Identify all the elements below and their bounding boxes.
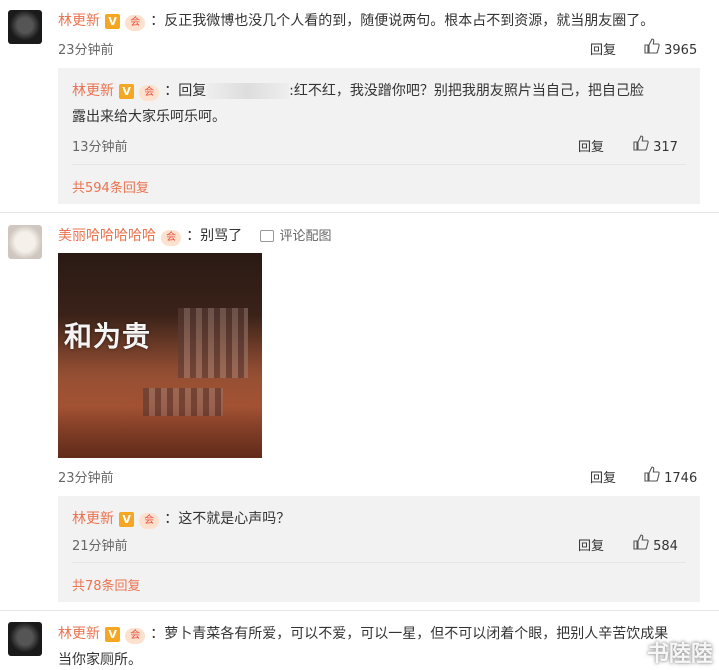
username[interactable]: 林更新 xyxy=(58,13,100,29)
comment-image[interactable]: 和为贵 xyxy=(58,253,262,458)
avatar[interactable] xyxy=(8,225,42,259)
username[interactable]: 林更新 xyxy=(58,626,100,642)
comment-divider xyxy=(0,212,719,213)
club-badge-icon: 会 xyxy=(139,513,160,529)
verified-v-icon: V xyxy=(105,14,121,29)
watermark: 书陸陸 xyxy=(646,642,713,667)
pixelation xyxy=(178,308,248,378)
thumbs-up-icon xyxy=(644,38,660,54)
thumbs-up-icon xyxy=(633,135,649,151)
more-replies-link[interactable]: 共594条回复 xyxy=(72,177,149,196)
username[interactable]: 林更新 xyxy=(72,511,114,527)
thumbs-up-icon xyxy=(633,534,649,550)
comment-header: 林更新 V 会 ：萝卜青菜各有所爱，可以不爱，可以一星，但不可以闭着个眼，把别人… xyxy=(58,623,668,644)
wall-shadow xyxy=(58,378,262,458)
reply-prefix: ：回复 xyxy=(164,83,207,99)
timestamp: 23分钟前 xyxy=(58,43,114,58)
comment-header: 林更新 V 会 ：反正我微博也没几个人看的到，随便说两句。根本占不到资源，就当朋… xyxy=(58,10,654,31)
reply-text-line2: 露出来给大家乐呵乐呵。 xyxy=(72,109,226,125)
like-button[interactable]: 584 xyxy=(633,534,678,554)
club-badge-icon: 会 xyxy=(161,230,182,246)
like-button[interactable]: 317 xyxy=(633,135,678,155)
username[interactable]: 林更新 xyxy=(72,83,114,99)
timestamp: 23分钟前 xyxy=(58,471,114,486)
reply-header: 林更新 V 会 ：这不就是心声吗？ xyxy=(72,508,290,529)
image-icon xyxy=(260,229,275,242)
like-count: 584 xyxy=(653,539,678,554)
reply-button[interactable]: 回复 xyxy=(590,39,616,58)
verified-v-icon: V xyxy=(119,512,135,527)
comment-header: 美丽哈哈哈哈哈 会 ：别骂了 评论配图 xyxy=(58,225,331,246)
reply-button[interactable]: 回复 xyxy=(590,467,616,486)
divider xyxy=(72,562,686,563)
comment-text: ：反正我微博也没几个人看的到，随便说两句。根本占不到资源，就当朋友圈了。 xyxy=(150,13,655,29)
like-count: 3965 xyxy=(664,43,698,58)
thumbs-up-icon xyxy=(644,466,660,482)
photo-caption: 和为贵 xyxy=(64,320,152,353)
divider xyxy=(72,164,686,165)
comment-text: ：别骂了 xyxy=(186,228,243,244)
timestamp: 21分钟前 xyxy=(72,539,128,554)
reply-text: :红不红，我没蹭你吧？别把我朋友照片当自己，把自己脸 xyxy=(289,83,644,99)
comment-divider xyxy=(0,610,719,611)
masked-username: xxxxxxxxxx xyxy=(206,83,290,99)
avatar[interactable] xyxy=(8,622,42,656)
like-button[interactable]: 1746 xyxy=(644,466,697,486)
club-badge-icon: 会 xyxy=(125,628,146,644)
avatar[interactable] xyxy=(8,10,42,44)
comment-text: ：萝卜青菜各有所爱，可以不爱，可以一星，但不可以闭着个眼，把别人辛苦饮成果 xyxy=(150,626,669,642)
comment-text-line2: 当你家厕所。 xyxy=(58,652,142,668)
club-badge-icon: 会 xyxy=(125,15,146,31)
reply-text: ：这不就是心声吗？ xyxy=(164,511,291,527)
username[interactable]: 美丽哈哈哈哈哈 xyxy=(58,228,156,244)
like-count: 1746 xyxy=(664,471,698,486)
reply-button[interactable]: 回复 xyxy=(578,136,604,155)
comment-image-label[interactable]: 评论配图 xyxy=(279,229,331,244)
like-button[interactable]: 3965 xyxy=(644,38,697,58)
verified-v-icon: V xyxy=(105,627,121,642)
reply-button[interactable]: 回复 xyxy=(578,535,604,554)
like-count: 317 xyxy=(653,140,678,155)
club-badge-icon: 会 xyxy=(139,85,160,101)
more-replies-link[interactable]: 共78条回复 xyxy=(72,575,141,594)
reply-header: 林更新 V 会 ：回复xxxxxxxxxx:红不红，我没蹭你吧？别把我朋友照片当… xyxy=(72,80,644,101)
verified-v-icon: V xyxy=(119,84,135,99)
timestamp: 13分钟前 xyxy=(72,140,128,155)
